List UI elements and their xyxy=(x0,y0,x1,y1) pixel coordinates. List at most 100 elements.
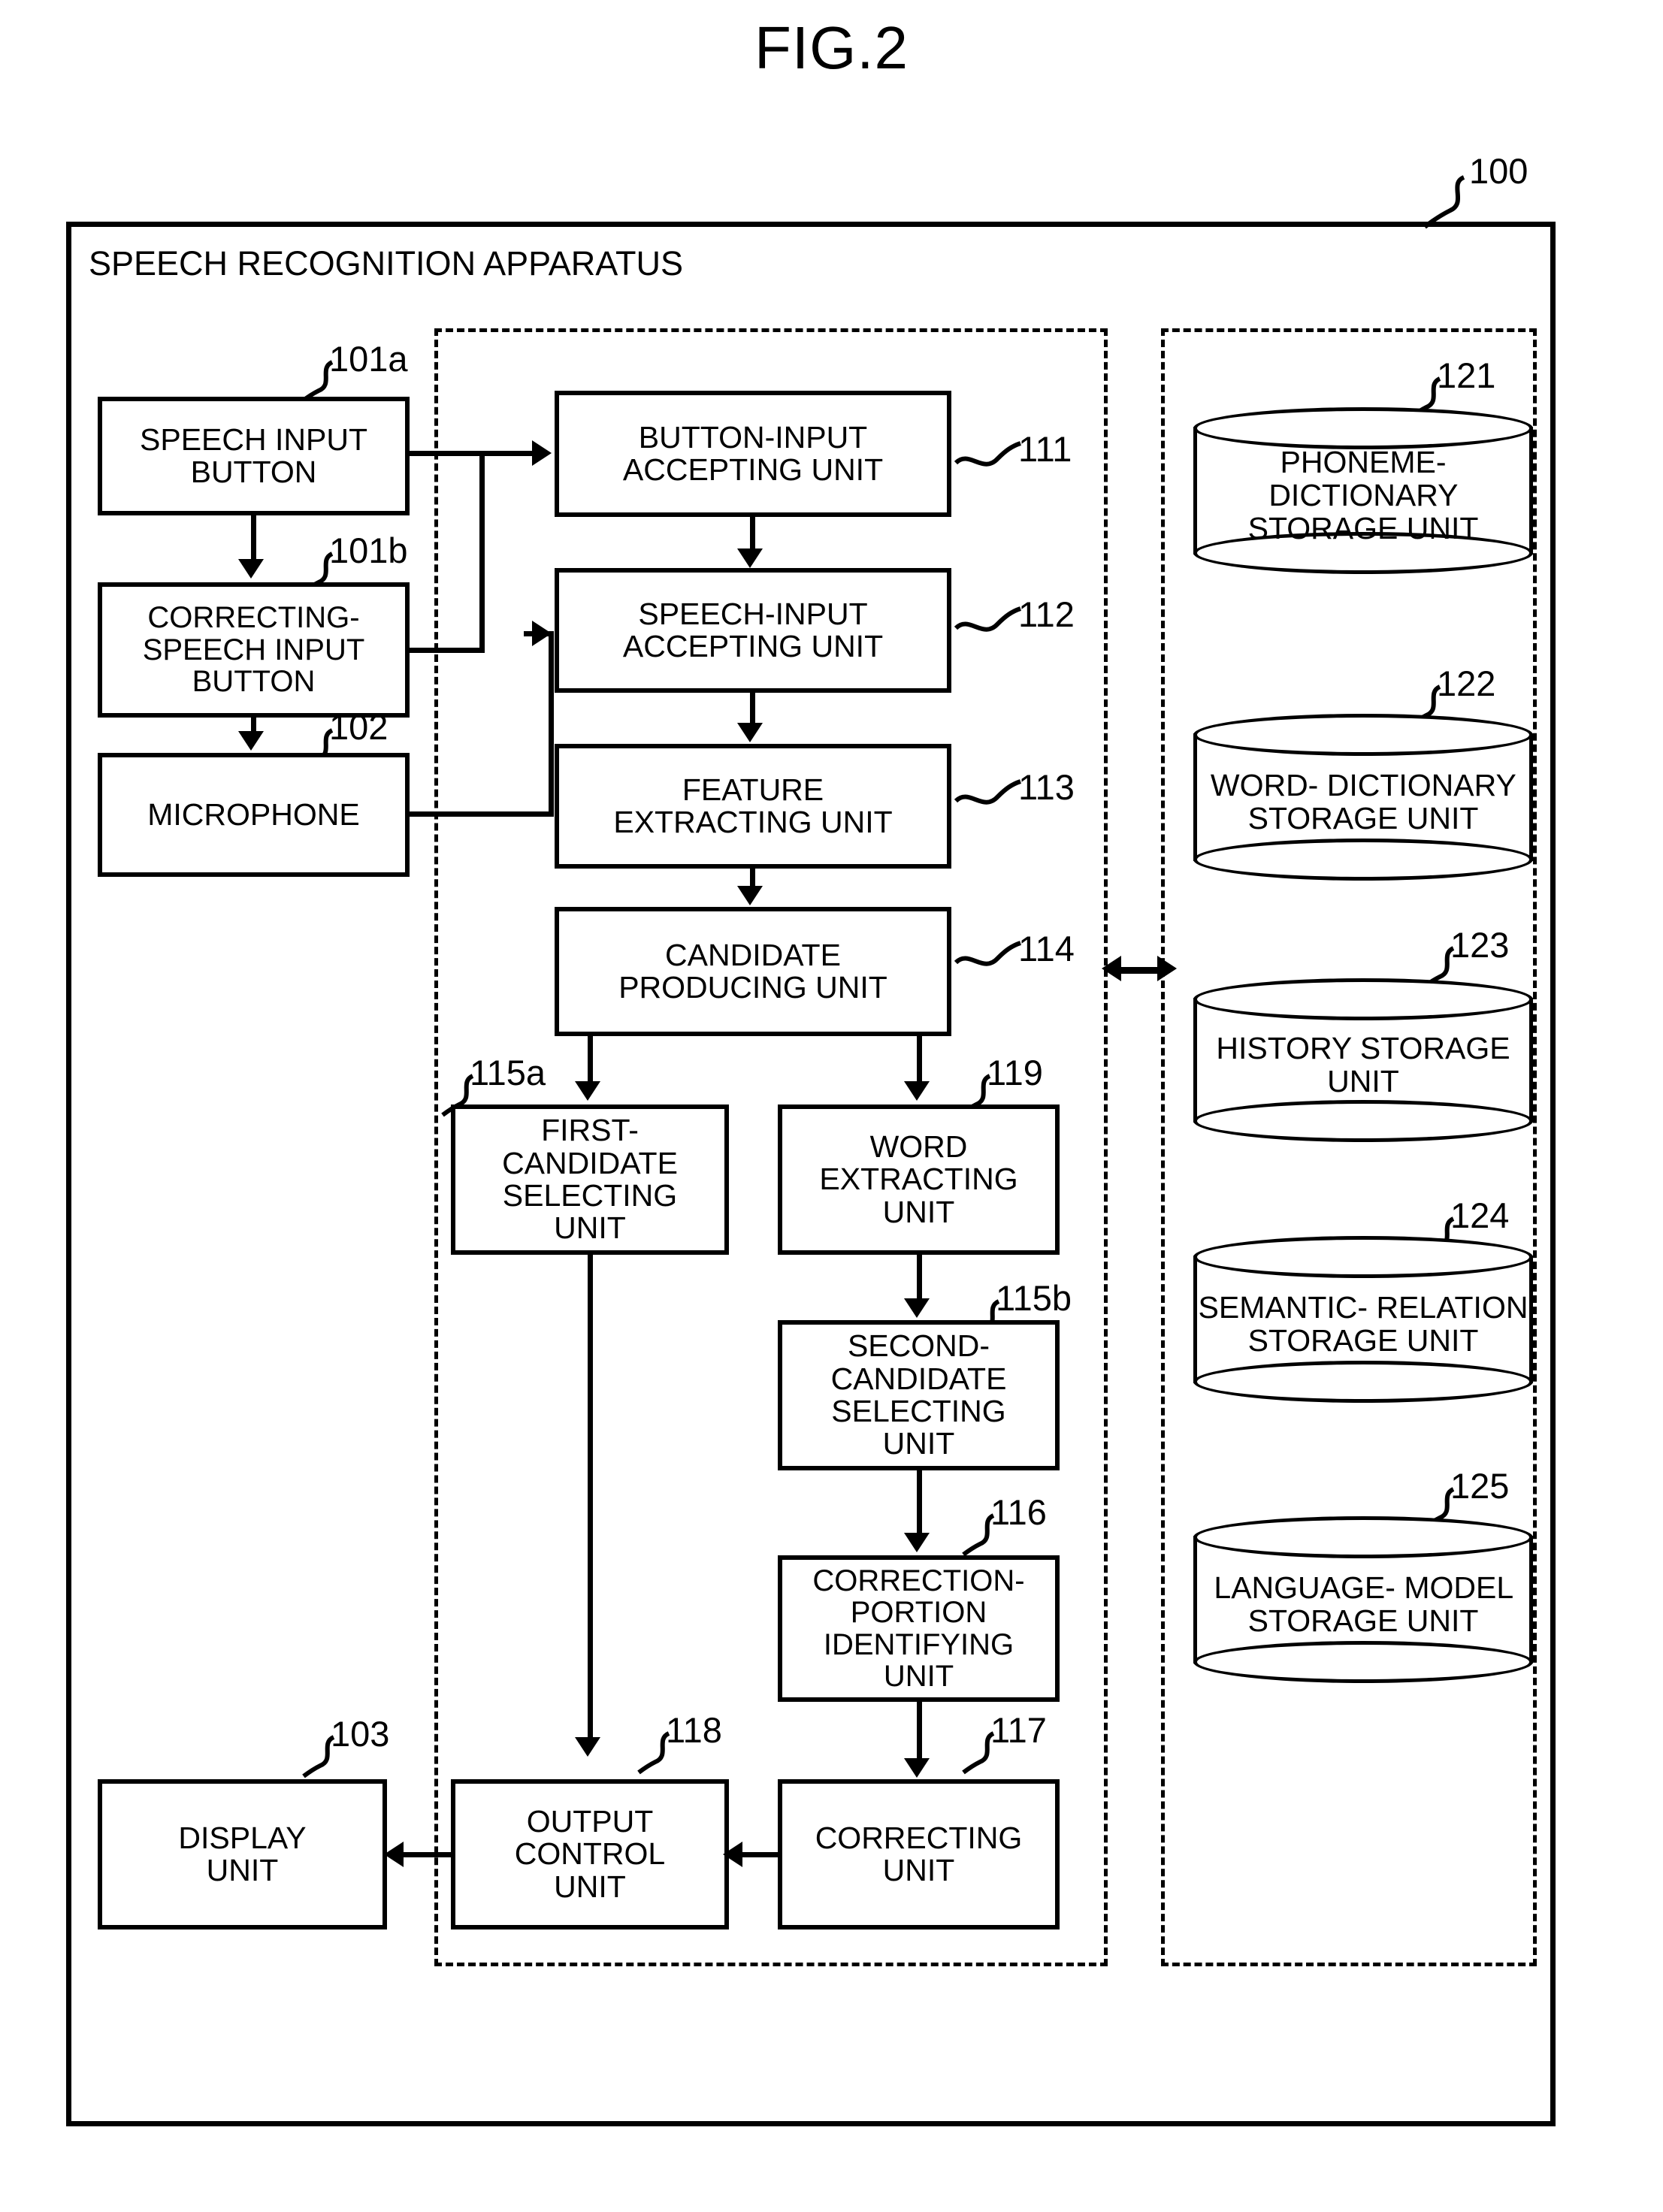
block-label-line: ACCEPTING UNIT xyxy=(622,452,884,487)
arrowhead-down xyxy=(737,886,763,905)
block-display-unit: DISPLAY UNIT xyxy=(98,1779,387,1929)
block-label-line: UNIT xyxy=(554,1210,626,1246)
block-label-line: STORAGE UNIT xyxy=(1247,801,1479,836)
ref-hook-103 xyxy=(302,1735,335,1778)
block-label-line: CORRECTING xyxy=(815,1820,1023,1855)
storage-semantic-relation: SEMANTIC- RELATION STORAGE UNIT xyxy=(1193,1236,1533,1403)
arrowhead-left xyxy=(723,1842,742,1867)
storage-label: SEMANTIC- RELATION STORAGE UNIT xyxy=(1193,1266,1533,1382)
arrowhead-down xyxy=(737,548,763,568)
storage-label: PHONEME- DICTIONARY STORAGE UNIT xyxy=(1193,437,1533,553)
block-word-extracting-unit: WORD EXTRACTING UNIT xyxy=(778,1104,1060,1255)
ref-hook-111 xyxy=(954,441,1022,467)
block-label-line: SELECTING xyxy=(831,1394,1006,1428)
storage-history: HISTORY STORAGE UNIT xyxy=(1193,978,1533,1142)
block-label-line: PHONEME- xyxy=(1280,444,1447,479)
block-label-line: UNIT xyxy=(206,1853,279,1887)
ref-numeral-113: 113 xyxy=(1018,767,1075,807)
connector-119-to-115b xyxy=(917,1255,922,1300)
connector-118-to-103 xyxy=(402,1852,453,1857)
block-label-line: BUTTON xyxy=(190,455,317,489)
block-candidate-producing-unit: CANDIDATE PRODUCING UNIT xyxy=(555,907,951,1036)
block-label-line: PRODUCING UNIT xyxy=(618,970,887,1005)
ref-hook-112 xyxy=(954,606,1022,632)
block-label-line: UNIT xyxy=(882,1426,955,1461)
arrowhead-right xyxy=(532,440,552,466)
block-label-line: IDENTIFYING xyxy=(823,1627,1014,1661)
block-label-line: EXTRACTING xyxy=(819,1162,1018,1197)
block-label-line: DICTIONARY xyxy=(1268,477,1458,512)
block-label-line: CANDIDATE xyxy=(830,1361,1007,1396)
arrowhead-down xyxy=(238,559,264,579)
connector-102-right-stub xyxy=(410,811,554,817)
ref-hook-114 xyxy=(954,941,1022,966)
storage-group-boundary xyxy=(1161,328,1537,1966)
block-second-candidate-selecting-unit: SECOND- CANDIDATE SELECTING UNIT xyxy=(778,1320,1060,1470)
block-label-line: SPEECH-INPUT xyxy=(638,596,868,631)
connector-112-to-113 xyxy=(750,693,755,724)
block-label-line: DICTIONARY xyxy=(1326,767,1516,802)
arrowhead-down xyxy=(575,1737,600,1757)
storage-word-dictionary: WORD- DICTIONARY STORAGE UNIT xyxy=(1193,714,1533,881)
block-correcting-unit: CORRECTING UNIT xyxy=(778,1779,1060,1929)
connector-102-riser xyxy=(549,631,554,817)
connector-113-to-114 xyxy=(750,869,755,887)
arrowhead-down xyxy=(904,1533,930,1552)
patent-figure: FIG.2 100 SPEECH RECOGNITION APPARATUS 1… xyxy=(0,0,1663,2212)
storage-phoneme-dictionary: PHONEME- DICTIONARY STORAGE UNIT xyxy=(1193,407,1533,574)
block-microphone: MICROPHONE xyxy=(98,753,410,877)
block-output-control-unit: OUTPUT CONTROL UNIT xyxy=(451,1779,729,1929)
arrowhead-down xyxy=(904,1298,930,1318)
connector-115a-to-118 xyxy=(588,1255,593,1739)
block-label-line: WORD xyxy=(869,1129,968,1164)
arrowhead-down xyxy=(904,1758,930,1778)
block-label-line: PORTION xyxy=(850,1596,987,1630)
block-label-line: SPEECH INPUT xyxy=(142,633,365,666)
block-label-line: DISPLAY xyxy=(178,1820,307,1855)
storage-label: HISTORY STORAGE UNIT xyxy=(1193,1008,1533,1121)
block-label-line: SELECTING xyxy=(502,1178,678,1213)
block-label-line: SECOND- xyxy=(847,1328,990,1364)
block-label-line: UNIT xyxy=(554,1869,626,1904)
connector-117-to-118 xyxy=(738,1852,780,1857)
ref-hook-118 xyxy=(637,1731,670,1775)
block-label-line: MICROPHONE xyxy=(147,796,360,832)
block-label-line: STORAGE UNIT xyxy=(1247,1323,1479,1358)
block-label-line: WORD- xyxy=(1210,767,1319,802)
connector-116-to-117 xyxy=(917,1702,922,1760)
connector-101b-right-stub xyxy=(410,648,485,653)
block-label-line: FIRST- xyxy=(541,1113,639,1148)
block-label-line: SEMANTIC- xyxy=(1198,1289,1368,1325)
block-label-line: MODEL xyxy=(1404,1570,1513,1605)
arrowhead-left xyxy=(1102,956,1121,981)
block-label-line: EXTRACTING UNIT xyxy=(613,805,893,839)
arrowhead-down xyxy=(737,723,763,742)
storage-label: WORD- DICTIONARY STORAGE UNIT xyxy=(1193,744,1533,860)
connector-114-to-storage xyxy=(1118,967,1162,974)
connector-114-to-115a xyxy=(588,1036,593,1083)
connector-101a-to-111 xyxy=(410,451,537,456)
connector-115b-to-116 xyxy=(917,1470,922,1535)
arrowhead-right xyxy=(1157,956,1177,981)
arrowhead-down xyxy=(575,1081,600,1101)
block-label-line: CORRECTION- xyxy=(812,1564,1025,1597)
ref-numeral-114: 114 xyxy=(1018,929,1075,969)
storage-language-model: LANGUAGE- MODEL STORAGE UNIT xyxy=(1193,1516,1533,1683)
block-label-line: FEATURE xyxy=(682,772,824,807)
ref-hook-116 xyxy=(962,1513,995,1557)
block-correcting-speech-input-button[interactable]: CORRECTING- SPEECH INPUT BUTTON xyxy=(98,582,410,718)
block-label-line: OUTPUT xyxy=(526,1803,654,1839)
block-label-line: ACCEPTING UNIT xyxy=(622,629,884,663)
arrowhead-right xyxy=(532,621,552,646)
block-speech-input-button[interactable]: SPEECH INPUT BUTTON xyxy=(98,397,410,515)
block-label-line: UNIT xyxy=(882,1194,955,1229)
ref-hook-117 xyxy=(962,1731,995,1775)
figure-title: FIG.2 xyxy=(754,14,909,81)
block-label-line: CANDIDATE xyxy=(665,937,841,972)
block-label-line: BUTTON-INPUT xyxy=(638,419,868,455)
ref-numeral-112: 112 xyxy=(1018,594,1075,634)
storage-label: LANGUAGE- MODEL STORAGE UNIT xyxy=(1193,1546,1533,1662)
block-label-line: CANDIDATE xyxy=(502,1145,678,1180)
connector-114-to-119 xyxy=(917,1036,922,1083)
block-label-line: STORAGE UNIT xyxy=(1247,511,1479,546)
